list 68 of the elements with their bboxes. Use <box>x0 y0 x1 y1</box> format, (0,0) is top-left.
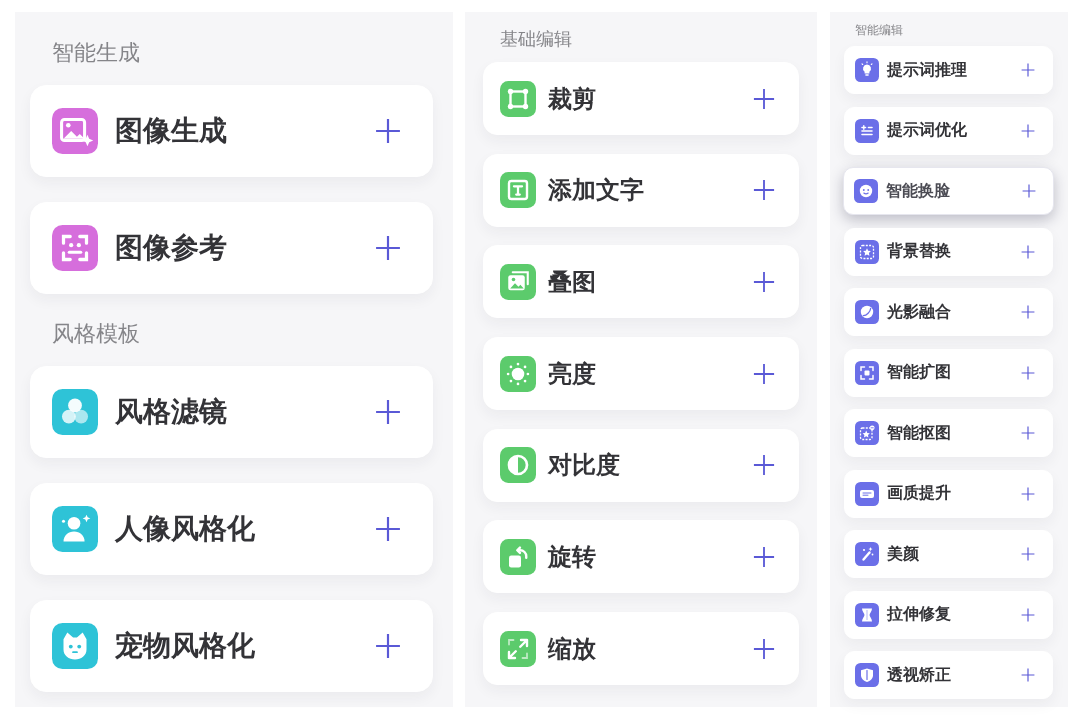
tool-card[interactable]: 人像风格化 <box>30 483 433 575</box>
tool-card[interactable]: 智能抠图 <box>844 409 1053 457</box>
tool-card[interactable]: 亮度 <box>483 337 799 411</box>
tool-label: 光影融合 <box>887 301 952 323</box>
tool-label: 旋转 <box>548 541 597 573</box>
tool-label: 提示词优化 <box>887 120 968 141</box>
tool-label: 人像风格化 <box>115 511 256 547</box>
plus-icon[interactable] <box>1021 426 1035 440</box>
tool-card[interactable]: 图像参考 <box>30 202 433 294</box>
tool-label: 添加文字 <box>548 175 645 207</box>
section-heading: 智能编辑 <box>854 22 904 38</box>
tool-label: 美颜 <box>887 543 920 565</box>
section-heading: 风格模板 <box>51 321 141 347</box>
tool-label: 风格滤镜 <box>115 394 228 430</box>
plus-icon[interactable] <box>753 179 775 202</box>
tool-card[interactable]: 背景替换 <box>844 227 1053 276</box>
tool-label: 宠物风格化 <box>115 628 256 664</box>
tool-card[interactable]: 画质提升 <box>844 469 1053 518</box>
tool-label: 拉伸修复 <box>887 604 952 625</box>
tool-card[interactable]: 智能扩图 <box>844 348 1053 397</box>
plus-icon[interactable] <box>753 637 775 660</box>
plus-icon[interactable] <box>375 235 401 261</box>
tool-card[interactable]: 美颜 <box>844 530 1053 578</box>
tool-card[interactable]: 提示词推理 <box>844 46 1053 94</box>
tool-label: 叠图 <box>548 266 597 298</box>
plus-icon[interactable] <box>1021 305 1035 319</box>
tool-card[interactable]: 图像生成 <box>30 85 433 177</box>
tool-card[interactable]: 透视矫正 <box>844 651 1053 699</box>
plus-icon[interactable] <box>1021 668 1035 682</box>
tool-card[interactable]: 叠图 <box>483 245 799 319</box>
tool-label: 对比度 <box>548 450 621 482</box>
section-heading: 基础编辑 <box>499 28 573 50</box>
plus-icon[interactable] <box>1021 547 1035 561</box>
tool-label: 图像生成 <box>115 113 228 149</box>
tool-card[interactable]: 风格滤镜 <box>30 366 433 458</box>
tool-label: 智能扩图 <box>887 362 952 383</box>
tool-card[interactable]: 添加文字 <box>483 153 799 227</box>
tool-card[interactable]: 宠物风格化 <box>30 600 433 692</box>
plus-icon[interactable] <box>375 633 401 659</box>
tool-card[interactable]: 缩放 <box>483 612 799 686</box>
tool-card[interactable]: 光影融合 <box>844 288 1053 336</box>
tool-label: 提示词推理 <box>887 59 968 81</box>
tool-label: 图像参考 <box>115 230 228 266</box>
tool-label: 背景替换 <box>887 241 952 262</box>
plus-icon[interactable] <box>753 362 775 385</box>
tool-label: 裁剪 <box>548 83 597 115</box>
tool-card[interactable]: 裁剪 <box>483 62 799 135</box>
tool-label: 透视矫正 <box>887 664 952 686</box>
plus-icon[interactable] <box>1022 184 1036 198</box>
tool-label: 智能抠图 <box>887 422 952 444</box>
tool-card[interactable]: 拉伸修复 <box>844 590 1053 639</box>
tool-card[interactable]: 旋转 <box>483 520 799 594</box>
tool-label: 画质提升 <box>887 483 952 504</box>
plus-icon[interactable] <box>753 270 775 293</box>
plus-icon[interactable] <box>753 454 775 477</box>
plus-icon[interactable] <box>753 545 775 568</box>
tool-label: 亮度 <box>548 358 597 390</box>
section-heading: 智能生成 <box>51 40 141 66</box>
tool-label: 缩放 <box>548 633 597 665</box>
plus-icon[interactable] <box>375 118 401 144</box>
plus-icon[interactable] <box>375 399 401 425</box>
plus-icon[interactable] <box>753 87 775 110</box>
tool-card[interactable]: 提示词优化 <box>844 106 1053 155</box>
plus-icon[interactable] <box>375 516 401 542</box>
tool-card[interactable]: 对比度 <box>483 428 799 502</box>
tool-label: 智能换脸 <box>886 180 951 202</box>
plus-icon[interactable] <box>1021 63 1035 77</box>
tool-card[interactable]: 智能换脸 <box>843 167 1054 215</box>
